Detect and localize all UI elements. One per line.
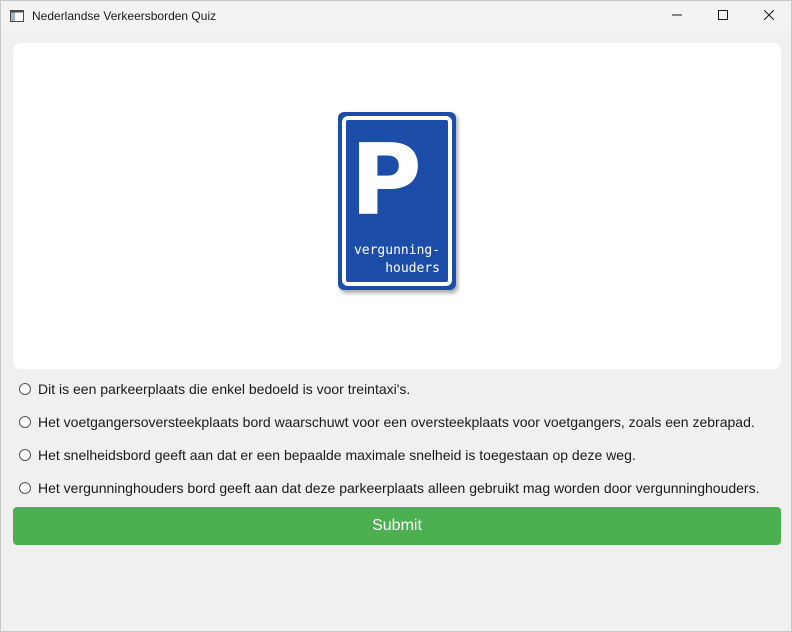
answer-option-4[interactable]: Het vergunninghouders bord geeft aan dat… [13,472,785,504]
parking-permit-sign: P vergunning- houders [336,110,460,296]
app-window: Nederlandse Verkeersborden Quiz P vergun… [0,0,792,632]
answer-label: Het voetgangersoversteekplaats bord waar… [38,414,755,430]
answer-label: Dit is een parkeerplaats die enkel bedoe… [38,381,411,397]
sign-letter: P [350,124,422,238]
app-icon [10,9,24,22]
submit-button[interactable]: Submit [13,507,781,545]
radio-button[interactable] [19,449,31,461]
sign-text-line2: houders [385,261,440,276]
minimize-icon [672,7,682,25]
window-title: Nederlandse Verkeersborden Quiz [32,9,217,23]
answer-option-3[interactable]: Het snelheidsbord geeft aan dat er een b… [13,439,785,471]
sign-image-panel: P vergunning- houders [13,43,781,369]
maximize-icon [718,7,728,25]
maximize-button[interactable] [700,1,746,31]
radio-button[interactable] [19,482,31,494]
sign-text-line1: vergunning- [354,243,440,258]
radio-button[interactable] [19,383,31,395]
answer-option-2[interactable]: Het voetgangersoversteekplaats bord waar… [13,406,785,438]
radio-button[interactable] [19,416,31,428]
answer-label: Het vergunninghouders bord geeft aan dat… [38,480,760,496]
close-icon [763,7,775,25]
title-bar[interactable]: Nederlandse Verkeersborden Quiz [1,1,791,31]
close-button[interactable] [746,1,791,31]
answer-label: Het snelheidsbord geeft aan dat er een b… [38,447,636,463]
answer-option-1[interactable]: Dit is een parkeerplaats die enkel bedoe… [13,373,785,405]
minimize-button[interactable] [654,1,700,31]
